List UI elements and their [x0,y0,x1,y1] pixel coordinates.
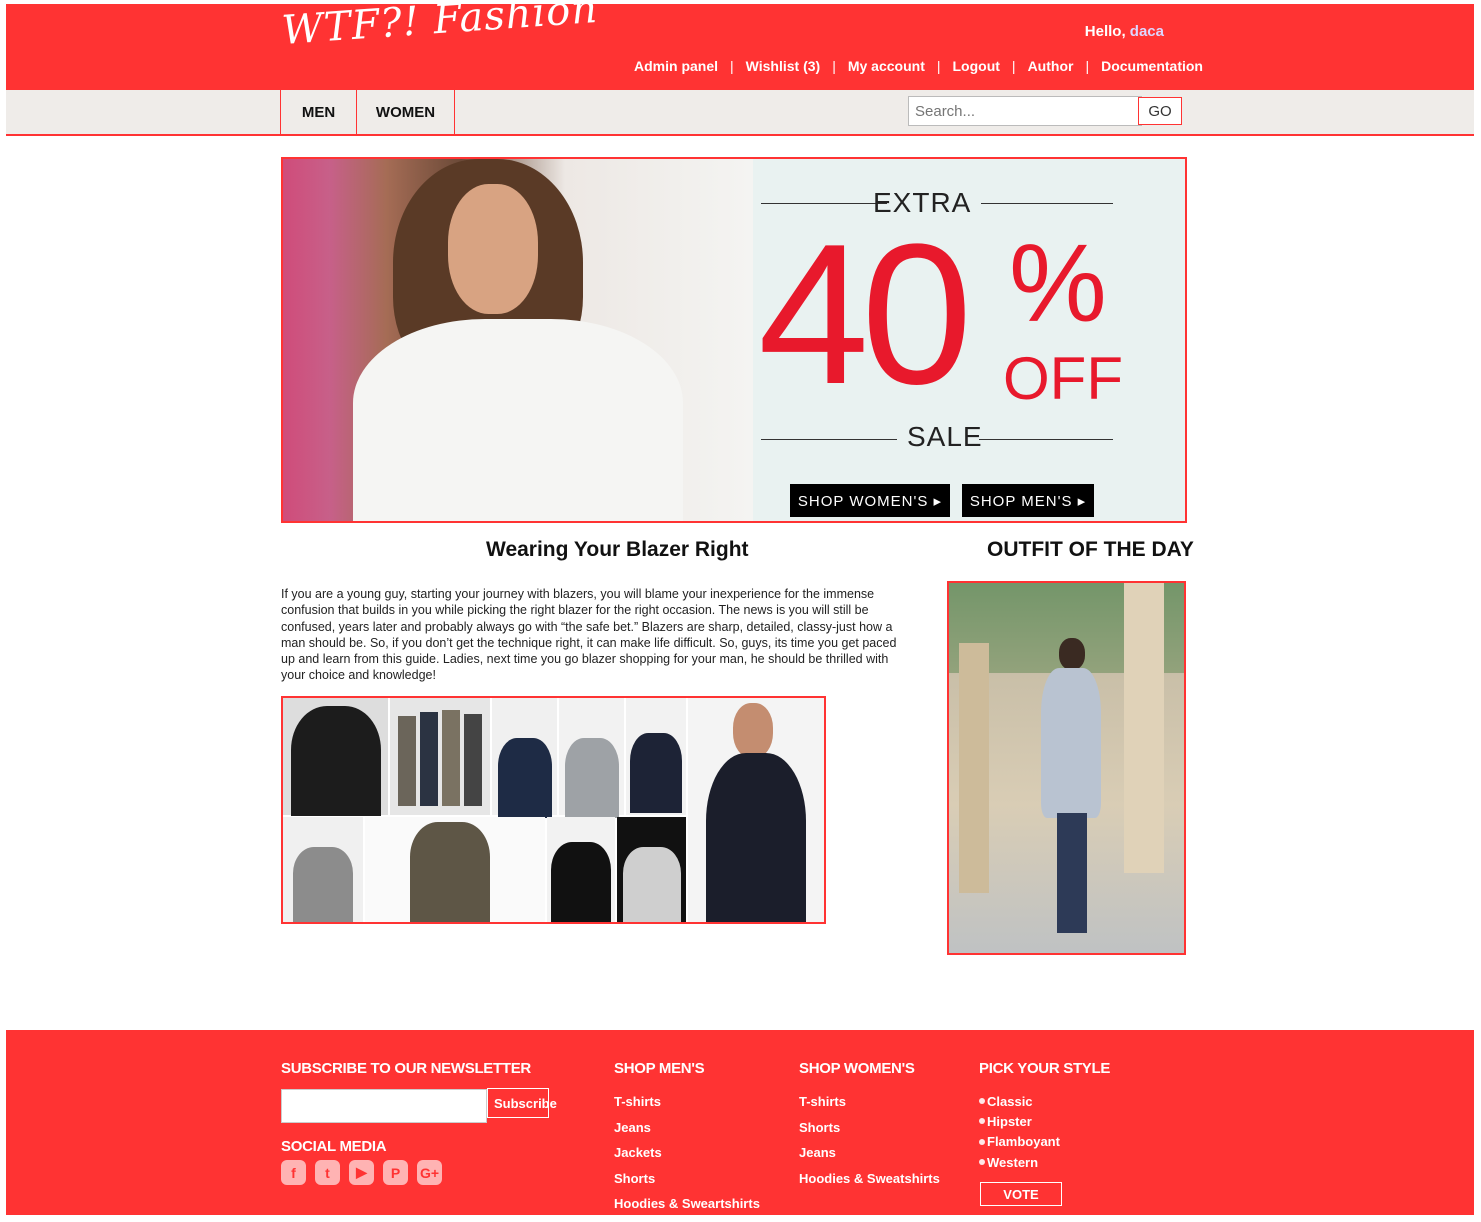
footer-link-men-hoodies[interactable]: Hoodies & Sweartshirts [614,1196,760,1222]
article-title[interactable]: Wearing Your Blazer Right [486,538,749,562]
radio-icon[interactable] [979,1138,985,1145]
footer-link-women-tshirts[interactable]: T-shirts [799,1094,940,1120]
style-option-classic[interactable]: Classic [979,1091,1060,1111]
collage-tile [283,698,388,816]
divider [979,439,1113,440]
divider: | [730,58,734,74]
account-links: Admin panel | Wishlist (3) | My account … [634,58,1203,74]
username-link[interactable]: daca [1130,23,1164,40]
site-logo[interactable]: WTF?! Fashion [280,0,599,54]
radio-icon[interactable] [979,1098,985,1105]
documentation-link[interactable]: Documentation [1101,58,1203,74]
facebook-icon[interactable]: f [281,1160,306,1185]
divider [761,439,897,440]
footer-link-women-shorts[interactable]: Shorts [799,1120,940,1146]
collage-tile [492,698,557,818]
banner-model-photo [283,159,753,521]
shop-mens-button[interactable]: SHOP MEN'S ▸ [962,484,1094,517]
logout-link[interactable]: Logout [953,58,1000,74]
divider: | [1011,58,1016,74]
shop-mens-links: T-shirts Jeans Jackets Shorts Hoodies & … [614,1094,760,1222]
search-go-button[interactable]: GO [1138,97,1182,125]
outfit-of-the-day-image[interactable] [947,581,1186,955]
admin-panel-link[interactable]: Admin panel [634,58,718,74]
sale-banner[interactable]: EXTRA 40 % OFF SALE SHOP WOMEN'S ▸ SHOP … [281,157,1187,523]
pinterest-icon[interactable]: P [383,1160,408,1185]
social-media-title: SOCIAL MEDIA [281,1138,387,1155]
youtube-icon[interactable]: ▶ [349,1160,374,1185]
collage-tile [559,698,624,818]
google-plus-icon[interactable]: G+ [417,1160,442,1185]
outfit-of-the-day-title: OUTFIT OF THE DAY [987,538,1194,561]
radio-icon[interactable] [979,1159,985,1166]
twitter-icon[interactable]: t [315,1160,340,1185]
nav-men[interactable]: MEN [280,90,356,134]
style-option-label: Classic [987,1093,1033,1109]
banner-percent-sign: % [1009,222,1107,345]
social-icons: f t ▶ P G+ [281,1160,442,1185]
greeting-text: Hello, [1084,23,1126,40]
vote-button[interactable]: VOTE [980,1182,1062,1206]
banner-sale-text: SALE [907,421,983,452]
nav-women[interactable]: WOMEN [356,90,455,134]
style-option-western[interactable]: Western [979,1152,1060,1172]
footer-link-men-shorts[interactable]: Shorts [614,1171,760,1197]
top-header: WTF?! Fashion Hello, daca Admin panel | … [6,0,1474,90]
model-shirt [353,319,683,521]
collage-tile [626,698,686,815]
newsletter-title: SUBSCRIBE TO OUR NEWSLETTER [281,1060,531,1077]
footer-link-men-jeans[interactable]: Jeans [614,1120,760,1146]
my-account-link[interactable]: My account [848,58,925,74]
collage-tile [617,817,686,922]
divider: | [832,58,836,74]
subscribe-button[interactable]: Subscribe [487,1088,557,1118]
divider: | [936,58,941,74]
newsletter-email-input[interactable] [281,1089,487,1123]
wishlist-link[interactable]: Wishlist (3) [746,58,821,74]
category-navbar: MEN WOMEN GO [6,90,1474,136]
shop-womens-button[interactable]: SHOP WOMEN'S ▸ [790,484,950,517]
radio-icon[interactable] [979,1118,985,1125]
shop-womens-links: T-shirts Shorts Jeans Hoodies & Sweatshi… [799,1094,940,1196]
footer-link-men-tshirts[interactable]: T-shirts [614,1094,760,1120]
footer-link-men-jackets[interactable]: Jackets [614,1145,760,1171]
style-option-label: Western [987,1154,1039,1170]
footer-link-women-hoodies[interactable]: Hoodies & Sweatshirts [799,1171,940,1197]
style-option-label: Flamboyant [987,1134,1060,1150]
model-figure [1041,638,1101,938]
collage-tile [365,817,545,922]
model-face [448,184,538,314]
collage-tile [547,817,615,922]
site-footer: SUBSCRIBE TO OUR NEWSLETTER Subscribe SO… [6,1030,1474,1215]
author-link[interactable]: Author [1028,58,1074,74]
style-option-label: Hipster [987,1113,1032,1129]
shop-womens-title: SHOP WOMEN'S [799,1060,915,1077]
footer-link-women-jeans[interactable]: Jeans [799,1145,940,1171]
banner-percent-number: 40 [758,203,972,426]
search-input[interactable] [908,96,1142,126]
collage-tile [283,817,363,922]
divider [981,203,1113,204]
user-greeting: Hello, daca [1085,23,1164,40]
shop-mens-title: SHOP MEN'S [614,1060,705,1077]
collage-tile [688,698,824,922]
banner-off-text: OFF [1003,345,1123,412]
style-option-hipster[interactable]: Hipster [979,1111,1060,1131]
article-body: If you are a young guy, starting your jo… [281,587,897,683]
pick-style-title: PICK YOUR STYLE [979,1060,1111,1077]
style-option-flamboyant[interactable]: Flamboyant [979,1132,1060,1152]
style-poll-options: Classic Hipster Flamboyant Western [979,1091,1060,1172]
collage-tile [390,698,490,815]
divider: | [1085,58,1090,74]
blazer-collage-image [281,696,826,924]
